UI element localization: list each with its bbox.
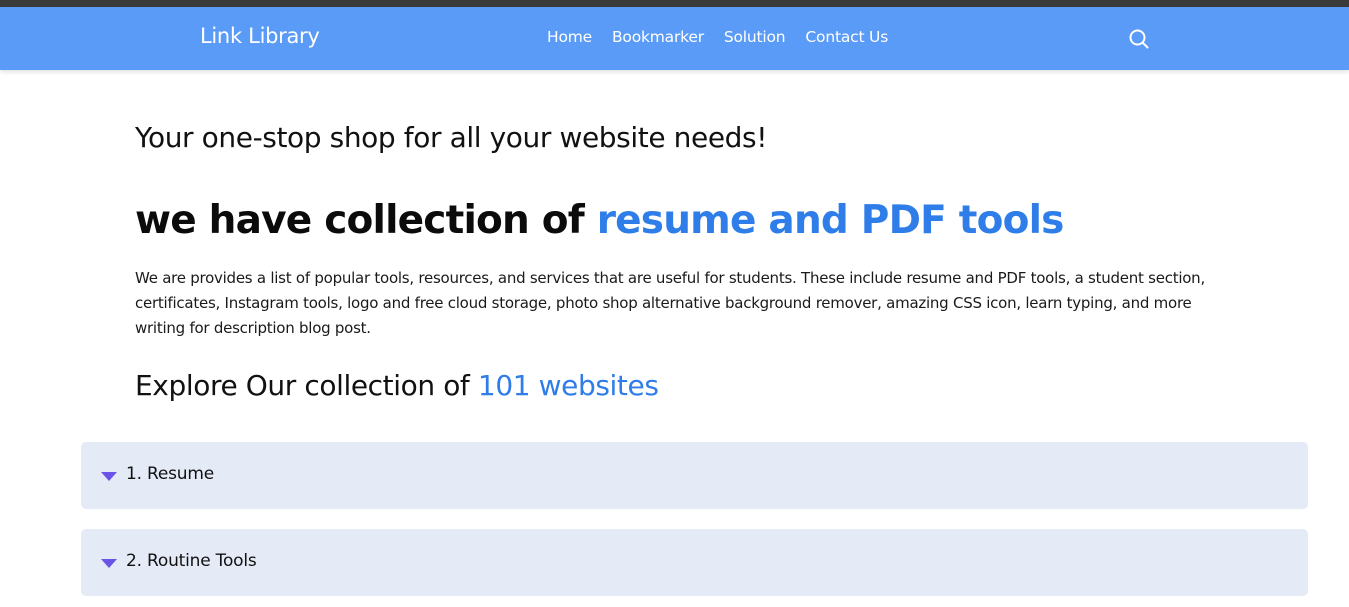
page-headline: we have collection of resume and PDF too…: [135, 198, 1064, 243]
main-nav: Home Bookmarker Solution Contact Us: [547, 28, 908, 46]
explore-text: Explore Our collection of: [135, 369, 478, 402]
headline-text: we have collection of: [135, 198, 597, 243]
search-button[interactable]: [1128, 28, 1150, 50]
accordion-item-routine-tools[interactable]: 2. Routine Tools: [81, 529, 1308, 596]
caret-down-icon: [101, 472, 117, 481]
accordion-item-resume[interactable]: 1. Resume: [81, 442, 1308, 509]
accordion-label: 1. Resume: [126, 464, 214, 484]
page-tagline: Your one-stop shop for all your website …: [135, 121, 768, 154]
nav-bookmarker[interactable]: Bookmarker: [612, 28, 704, 46]
window-top-strip: [0, 0, 1349, 7]
brand-logo[interactable]: Link Library: [200, 24, 320, 48]
page-description: We are provides a list of popular tools,…: [135, 269, 1205, 337]
caret-down-icon: [101, 559, 117, 568]
nav-home[interactable]: Home: [547, 28, 592, 46]
nav-contact-us[interactable]: Contact Us: [805, 28, 888, 46]
accordion-label: 2. Routine Tools: [126, 551, 257, 571]
nav-solution[interactable]: Solution: [724, 28, 786, 46]
headline-accent: resume and PDF tools: [596, 198, 1065, 243]
navbar: Link Library Home Bookmarker Solution Co…: [0, 7, 1349, 70]
explore-heading: Explore Our collection of 101 websites: [135, 369, 659, 402]
explore-count: 101 websites: [477, 369, 659, 402]
search-icon: [1129, 29, 1149, 49]
